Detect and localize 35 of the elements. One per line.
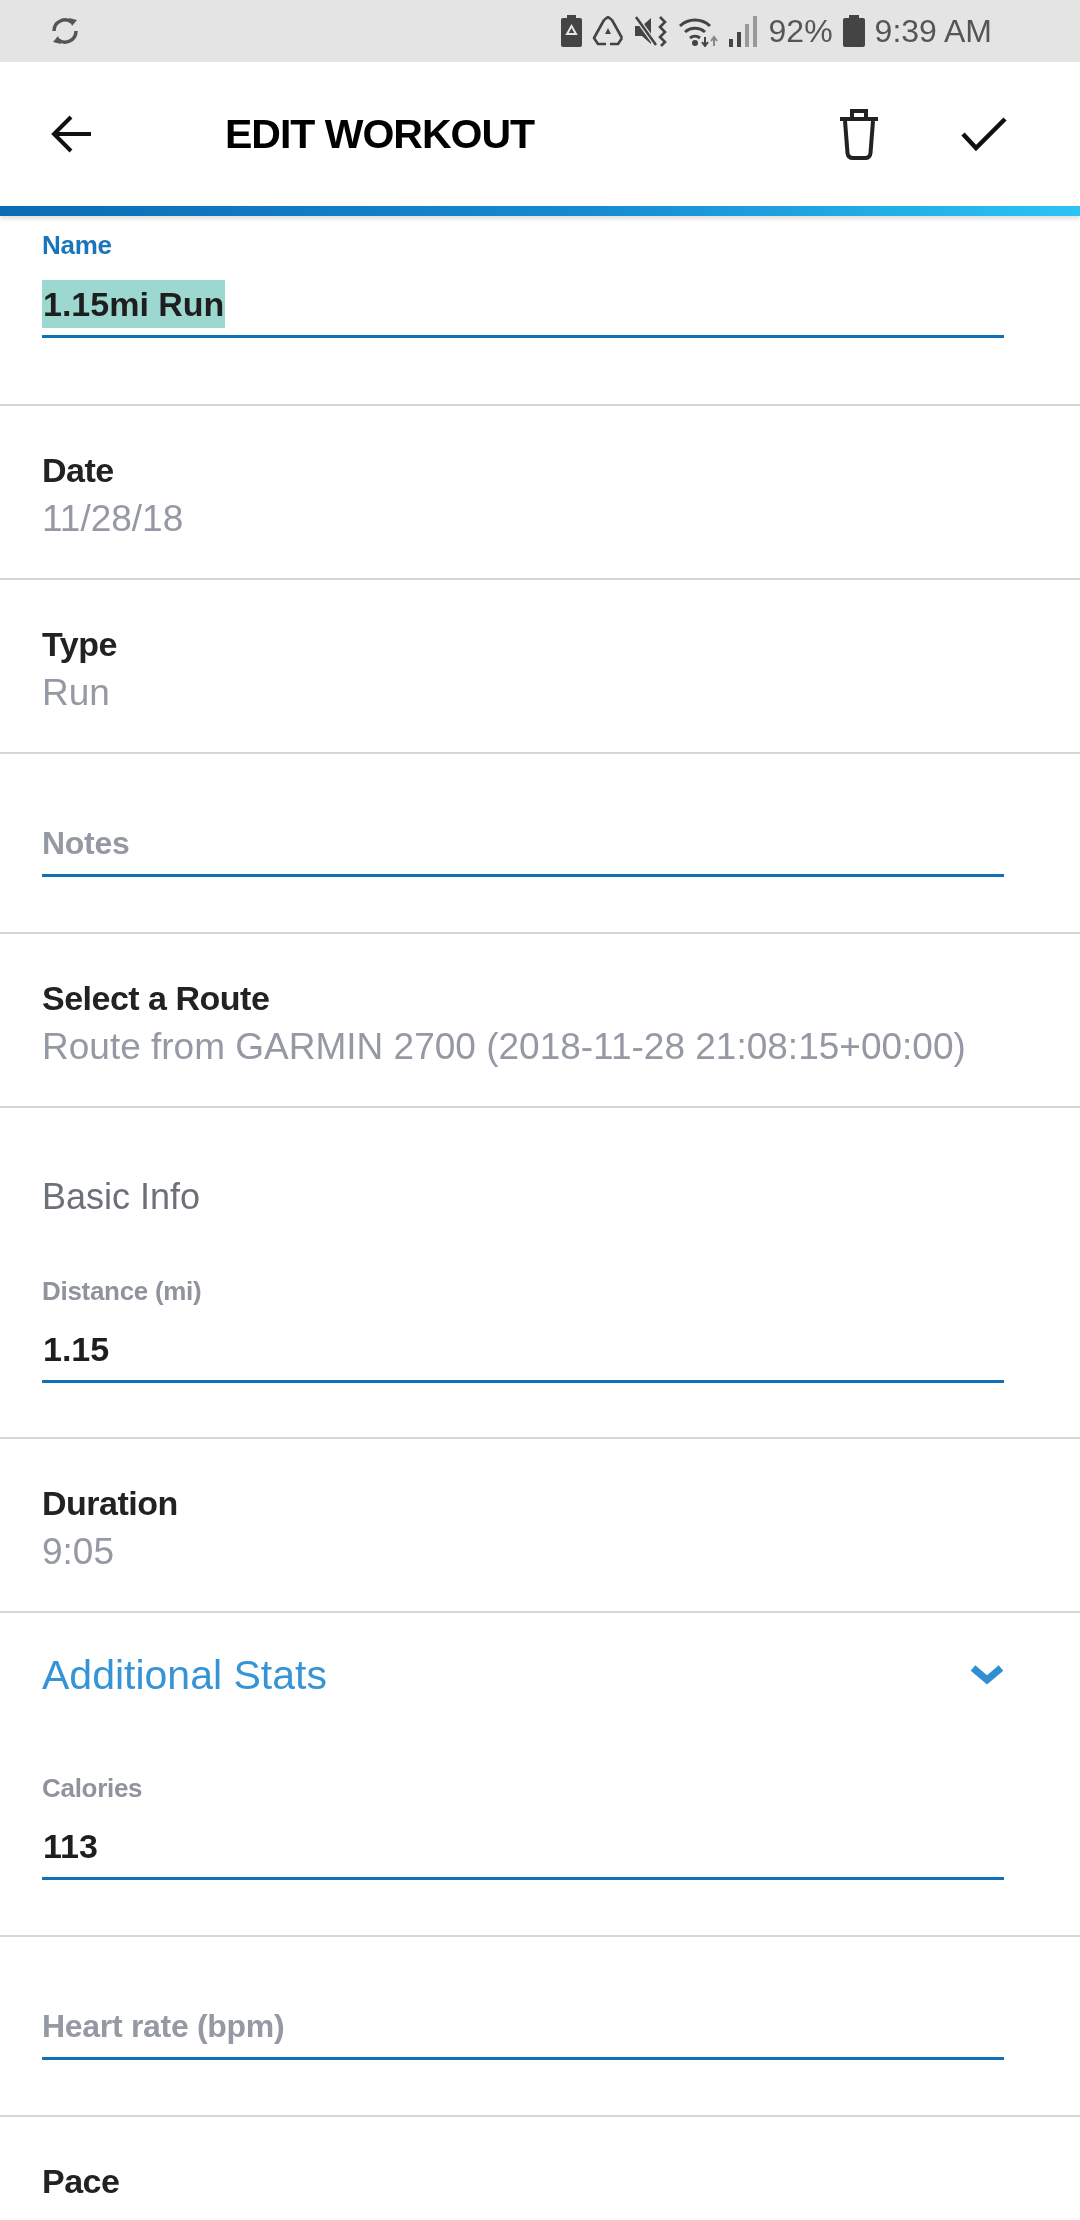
expand-toggle[interactable]: Additional Stats — [42, 1651, 1004, 1699]
text-input[interactable]: 1.15 — [42, 1325, 1004, 1383]
trash-icon — [838, 108, 880, 160]
text-input[interactable]: Heart rate (bpm) — [42, 2002, 1004, 2060]
delete-button[interactable] — [838, 108, 880, 160]
text-input[interactable]: 113 — [42, 1822, 1004, 1880]
field-value[interactable]: 11/28/18 — [42, 497, 184, 541]
field-value[interactable]: 9:05 — [42, 1530, 114, 1574]
back-button[interactable] — [50, 114, 92, 154]
battery-percent: 92% — [768, 12, 833, 51]
text-input[interactable]: Notes — [42, 819, 1004, 877]
field-label: Date — [42, 450, 114, 490]
field-label: Select a Route — [42, 978, 270, 1018]
section-heading: Basic Info — [42, 1176, 201, 1218]
chevron-down-icon — [970, 1664, 1004, 1686]
mute-icon — [633, 15, 668, 47]
clock-time: 9:39 AM — [874, 12, 992, 51]
battery-icon — [842, 15, 865, 47]
field-label: Calories — [42, 1772, 143, 1804]
signal-icon — [728, 15, 759, 47]
field-label: Name — [42, 229, 112, 261]
arrow-left-icon — [50, 114, 92, 154]
field-label: Distance (mi) — [42, 1275, 202, 1307]
save-button[interactable] — [961, 117, 1007, 151]
field-label: Duration — [42, 1483, 178, 1523]
sync-icon — [50, 16, 80, 46]
field-value[interactable]: Route from GARMIN 2700 (2018-11-28 21:08:15+00:00) — [42, 1025, 966, 1069]
check-icon — [961, 117, 1007, 151]
text-input[interactable]: 1.15mi Run — [42, 280, 1004, 338]
field-value[interactable]: Run — [42, 671, 110, 715]
recycle-icon — [591, 16, 624, 46]
field-label: Pace — [42, 2161, 120, 2201]
field-label: Type — [42, 624, 117, 664]
battery-saver-icon — [560, 15, 582, 47]
screen-title: EDIT WORKOUT — [225, 110, 535, 159]
